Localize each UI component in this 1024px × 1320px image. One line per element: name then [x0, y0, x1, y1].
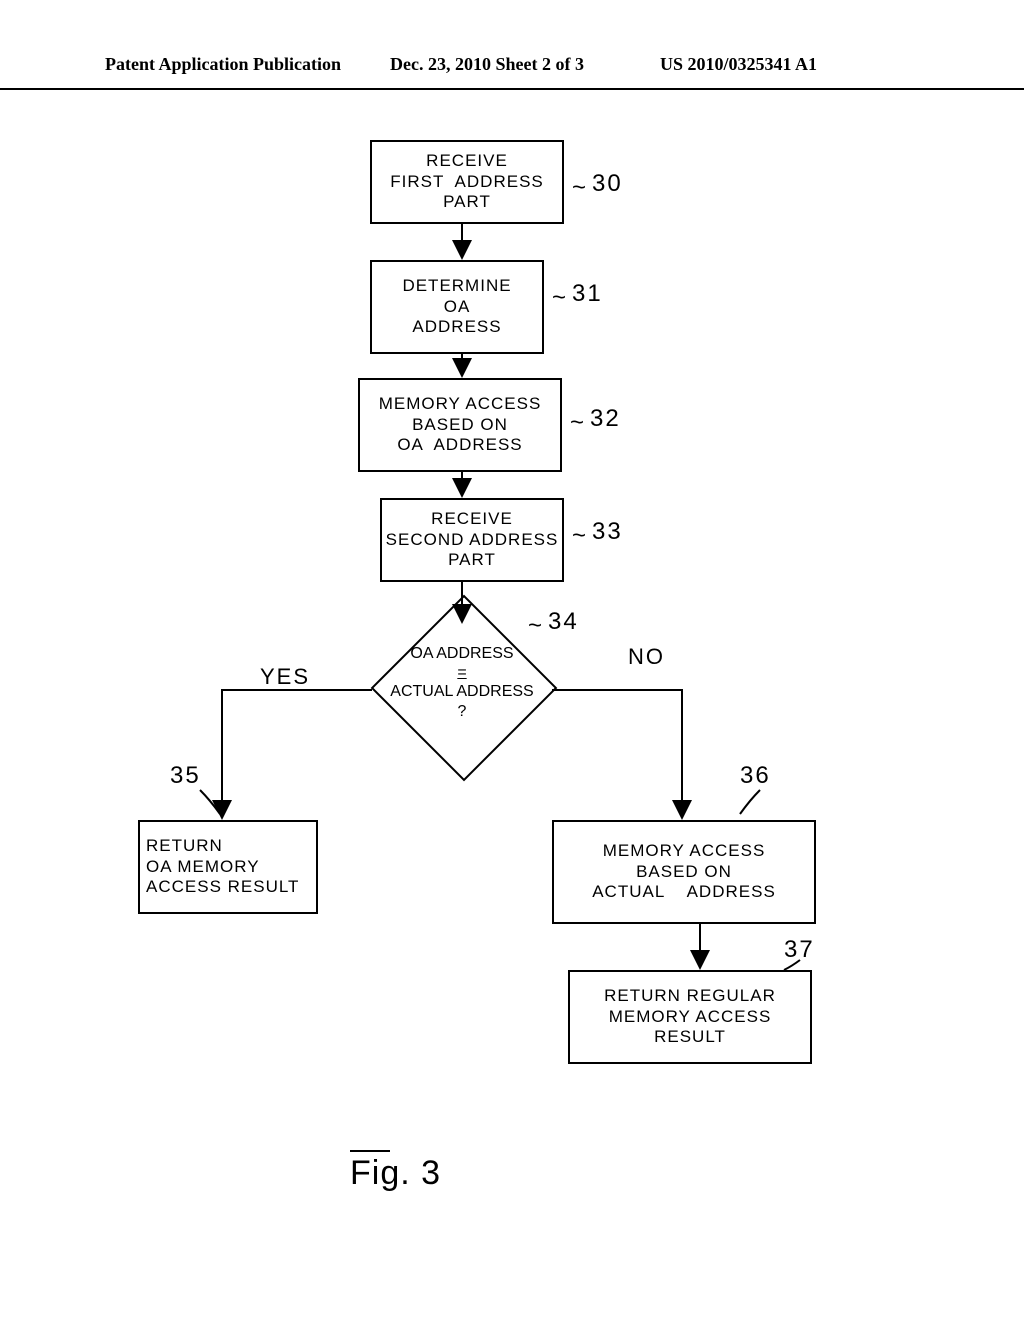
node-32: MEMORY ACCESS BASED ON OA ADDRESS: [358, 378, 562, 472]
fig-label-bar: [350, 1150, 390, 1152]
ref-33: ~33: [572, 518, 623, 546]
node-30-l3: PART: [443, 192, 491, 212]
ref-30: ~30: [572, 170, 623, 198]
ref-37: 37: [784, 936, 815, 964]
node-36-l3: ACTUAL ADDRESS: [592, 882, 776, 902]
node-33-l2: SECOND ADDRESS: [386, 530, 559, 550]
header-center: Dec. 23, 2010 Sheet 2 of 3: [390, 54, 584, 75]
node-34: OA ADDRESS = ACTUAL ADDRESS ?: [362, 622, 562, 802]
node-30-l1: RECEIVE: [426, 151, 508, 171]
node-32-l1: MEMORY ACCESS: [379, 394, 542, 414]
node-37-l3: RESULT: [654, 1027, 726, 1047]
node-37-l2: MEMORY ACCESS: [609, 1007, 772, 1027]
node-36-l1: MEMORY ACCESS: [603, 841, 766, 861]
node-33: RECEIVE SECOND ADDRESS PART: [380, 498, 564, 582]
branch-no: NO: [628, 644, 665, 670]
ref-36: 36: [740, 762, 771, 790]
header-right: US 2010/0325341 A1: [660, 54, 817, 75]
node-31-l2: OA: [444, 297, 471, 317]
node-35: RETURN OA MEMORY ACCESS RESULT: [138, 820, 318, 914]
node-35-l1: RETURN: [146, 836, 223, 856]
page-root: Patent Application Publication Dec. 23, …: [0, 0, 1024, 1320]
header-left: Patent Application Publication: [105, 54, 341, 75]
node-35-l3: ACCESS RESULT: [146, 877, 299, 897]
ref-35: 35: [170, 762, 201, 790]
node-36: MEMORY ACCESS BASED ON ACTUAL ADDRESS: [552, 820, 816, 924]
node-33-l1: RECEIVE: [431, 509, 513, 529]
node-32-l2: BASED ON: [412, 415, 508, 435]
ref-32: ~32: [570, 405, 621, 433]
ref-34: ~34: [528, 608, 579, 636]
node-31-l3: ADDRESS: [412, 317, 501, 337]
node-37-l1: RETURN REGULAR: [604, 986, 776, 1006]
node-33-l3: PART: [448, 550, 496, 570]
node-36-l2: BASED ON: [636, 862, 732, 882]
node-31-l1: DETERMINE: [402, 276, 511, 296]
node-31: DETERMINE OA ADDRESS: [370, 260, 544, 354]
node-37: RETURN REGULAR MEMORY ACCESS RESULT: [568, 970, 812, 1064]
branch-yes: YES: [260, 664, 310, 690]
figure-label: Fig. 3: [350, 1154, 441, 1193]
node-30-l2: FIRST ADDRESS: [390, 172, 544, 192]
node-30: RECEIVE FIRST ADDRESS PART: [370, 140, 564, 224]
node-35-l2: OA MEMORY: [146, 857, 260, 877]
node-32-l3: OA ADDRESS: [397, 435, 522, 455]
ref-31: ~31: [552, 280, 603, 308]
node-34-text: OA ADDRESS = ACTUAL ADDRESS ?: [362, 644, 562, 721]
